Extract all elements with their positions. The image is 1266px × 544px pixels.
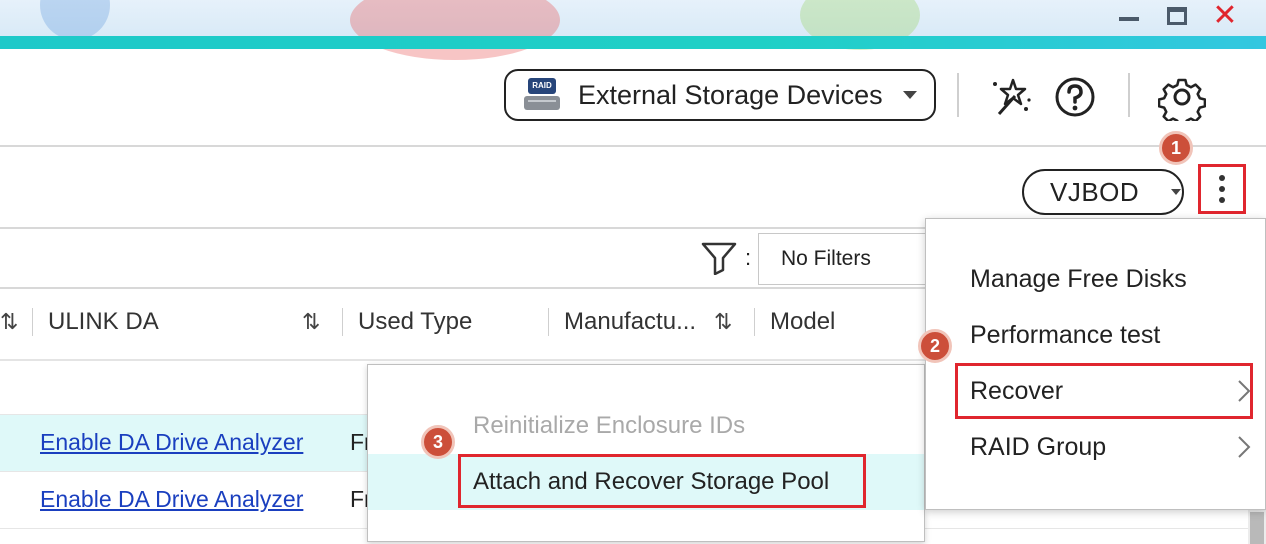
chevron-down-icon — [902, 91, 917, 99]
toolbar-divider — [957, 73, 959, 117]
enclosure-select-value: VJBOD — [1050, 176, 1140, 207]
enable-da-link[interactable]: Enable DA Drive Analyzer — [40, 429, 303, 456]
column-manufacturer[interactable]: Manufactu... — [564, 308, 696, 336]
scrollbar-thumb[interactable] — [1250, 512, 1264, 544]
maximize-button[interactable] — [1162, 3, 1192, 29]
sort-icon[interactable]: ⇅ — [714, 309, 732, 335]
header-toolbar: RAID External Storage Devices — [0, 49, 1266, 147]
filter-select[interactable]: No Filters — [758, 233, 948, 285]
close-icon: ✕ — [1212, 0, 1238, 32]
title-bar: ✕ — [0, 0, 1266, 60]
step-badge-3: 3 — [421, 425, 455, 459]
enable-da-link[interactable]: Enable DA Drive Analyzer — [40, 486, 303, 513]
column-model[interactable]: Model — [770, 308, 835, 336]
filter-icon[interactable] — [700, 241, 738, 280]
raid-group-item-label: RAID Group — [970, 433, 1107, 461]
more-icon — [1219, 175, 1225, 181]
column-divider — [32, 308, 33, 336]
enclosure-toolbar: VJBOD — [0, 147, 1266, 229]
help-button[interactable] — [1052, 75, 1098, 119]
magic-wand-icon — [993, 78, 1031, 115]
column-ulink-da[interactable]: ULINK DA — [48, 308, 159, 336]
external-storage-label: External Storage Devices — [578, 79, 883, 110]
column-divider — [342, 308, 343, 336]
help-icon — [1055, 77, 1095, 117]
toolbar-divider — [1128, 73, 1130, 117]
column-divider — [754, 308, 755, 336]
minimize-icon — [1119, 17, 1139, 21]
enclosure-select[interactable]: VJBOD — [1022, 169, 1184, 215]
performance-test-item[interactable]: Performance test — [926, 307, 1265, 363]
filter-colon: : — [745, 245, 752, 270]
storage-manager-window: ✕ RAID External Storage Devices 1 VJBOD … — [0, 0, 1266, 544]
column-used-type[interactable]: Used Type — [358, 308, 472, 336]
settings-button[interactable] — [1156, 73, 1208, 121]
highlight-box — [458, 454, 866, 508]
sort-icon[interactable]: ⇅ — [0, 309, 18, 335]
highlight-box — [955, 363, 1253, 419]
column-divider — [548, 308, 549, 336]
chevron-down-icon — [1171, 189, 1182, 195]
gear-icon — [1158, 78, 1206, 121]
maximize-icon — [1167, 7, 1187, 25]
more-actions-button[interactable] — [1198, 164, 1246, 214]
minimize-button[interactable] — [1114, 3, 1144, 29]
external-storage-devices-button[interactable]: RAID External Storage Devices — [504, 69, 936, 121]
background-app-icon — [40, 0, 110, 40]
raid-group-item[interactable]: RAID Group — [926, 419, 1265, 475]
sort-icon[interactable]: ⇅ — [302, 309, 320, 335]
accent-strip — [0, 36, 1266, 49]
wizard-button[interactable] — [988, 75, 1034, 119]
manage-free-disks-item[interactable]: Manage Free Disks — [926, 251, 1265, 307]
more-actions-menu: Manage Free Disks Performance test Recov… — [925, 218, 1266, 510]
raid-disk-icon: RAID — [524, 78, 564, 112]
step-badge-1: 1 — [1159, 131, 1193, 165]
chevron-right-icon — [1238, 436, 1251, 458]
close-button[interactable]: ✕ — [1210, 0, 1240, 32]
raid-icon-label: RAID — [528, 78, 556, 94]
step-badge-2: 2 — [918, 329, 952, 363]
